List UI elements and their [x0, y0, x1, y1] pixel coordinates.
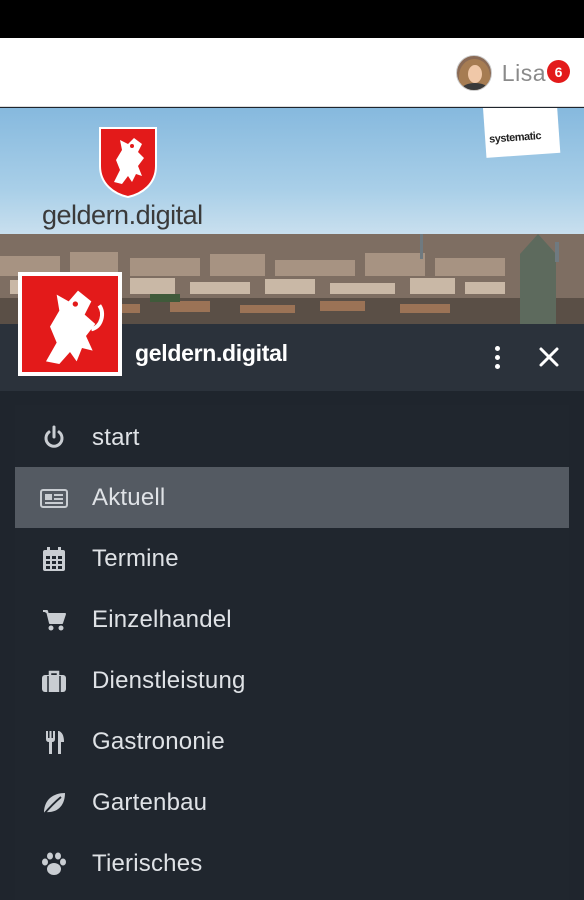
menu-item-label: Tierisches	[92, 850, 203, 877]
menu-item-label: start	[92, 424, 140, 451]
more-options-button[interactable]	[484, 341, 510, 373]
menu-item-aktuell[interactable]: Aktuell	[15, 467, 569, 528]
calendar-icon	[43, 547, 65, 571]
notification-badge[interactable]: 6	[547, 60, 570, 83]
menu-item-label: Aktuell	[92, 484, 166, 511]
menu-item-start[interactable]: start	[15, 407, 569, 468]
app-top-bar: Lisa 6	[0, 38, 584, 107]
status-bar	[0, 0, 584, 38]
menu-item-termine[interactable]: Termine	[15, 528, 569, 589]
menu-item-label: Dienstleistung	[92, 667, 246, 694]
sponsor-text: systematic	[488, 130, 542, 146]
cutlery-icon	[46, 731, 64, 754]
menu-item-label: Gastrononie	[92, 728, 225, 755]
lion-crest-icon	[99, 127, 157, 198]
drawer-logo	[18, 272, 122, 376]
menu-item-dienstleistung[interactable]: Dienstleistung	[15, 650, 569, 711]
menu-item-einzelhandel[interactable]: Einzelhandel	[15, 589, 569, 650]
lion-crest-icon	[46, 290, 104, 364]
briefcase-icon	[42, 670, 66, 692]
navigation-menu: start Aktuell Termine Einzelhandel Diens…	[15, 405, 569, 900]
menu-item-gartenbau[interactable]: Gartenbau	[15, 772, 569, 833]
menu-item-label: Termine	[92, 545, 179, 572]
user-profile-button[interactable]: Lisa 6	[455, 54, 570, 92]
newspaper-icon	[40, 489, 68, 508]
cart-icon	[43, 610, 66, 631]
menu-item-tierisches[interactable]: Tierisches	[15, 833, 569, 894]
drawer-title: geldern.digital	[135, 340, 288, 366]
leaf-icon	[43, 793, 65, 815]
geldern-digital-logo: geldern.digital	[42, 126, 217, 236]
power-icon	[44, 425, 64, 448]
close-icon[interactable]	[534, 342, 564, 372]
user-name: Lisa	[501, 59, 546, 86]
paw-icon	[42, 852, 66, 875]
menu-item-label: Gartenbau	[92, 789, 208, 816]
hero-brand-text: geldern.digital	[42, 200, 203, 230]
user-avatar	[455, 55, 492, 91]
menu-item-label: Einzelhandel	[92, 606, 232, 633]
menu-item-gastrononie[interactable]: Gastrononie	[15, 711, 569, 772]
sponsor-logo: systematic	[483, 108, 561, 158]
